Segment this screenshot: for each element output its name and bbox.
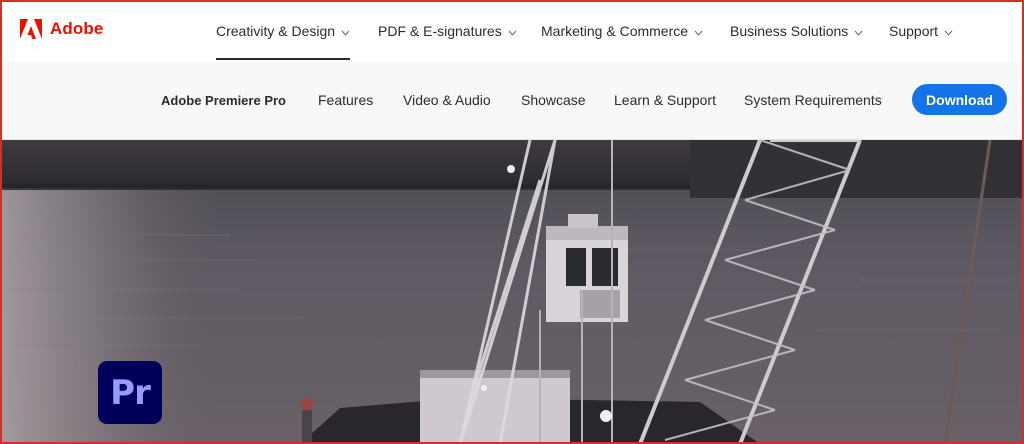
product-nav-video-audio[interactable]: Video & Audio bbox=[403, 62, 491, 138]
chevron-down-icon bbox=[508, 23, 517, 39]
nav-support[interactable]: Support bbox=[889, 0, 953, 62]
product-nav: Adobe Premiere Pro Features Video & Audi… bbox=[0, 62, 1024, 140]
nav-label: Creativity & Design bbox=[216, 23, 336, 39]
download-button[interactable]: Download bbox=[912, 84, 1007, 115]
product-nav-learn-support[interactable]: Learn & Support bbox=[614, 62, 716, 138]
nav-business-solutions[interactable]: Business Solutions bbox=[730, 0, 863, 62]
global-nav: Adobe Creativity & Design PDF & E-signat… bbox=[0, 0, 1024, 62]
nav-label: Business Solutions bbox=[730, 23, 849, 39]
chevron-down-icon bbox=[694, 23, 703, 39]
brand-name: Adobe bbox=[50, 19, 104, 38]
chevron-down-icon bbox=[341, 23, 350, 39]
nav-creativity-design[interactable]: Creativity & Design bbox=[216, 0, 351, 62]
product-nav-showcase[interactable]: Showcase bbox=[521, 62, 586, 138]
hero-section: Pr bbox=[0, 140, 1024, 444]
product-name-link[interactable]: Adobe Premiere Pro bbox=[161, 62, 286, 138]
chevron-down-icon bbox=[944, 23, 953, 39]
premiere-pro-app-icon: Pr bbox=[98, 361, 162, 424]
nav-label: Marketing & Commerce bbox=[541, 23, 689, 39]
nav-pdf-esignatures[interactable]: PDF & E-signatures bbox=[378, 0, 517, 62]
adobe-logo[interactable]: Adobe bbox=[20, 19, 103, 39]
product-nav-features[interactable]: Features bbox=[318, 62, 373, 138]
adobe-logo-icon bbox=[20, 19, 42, 39]
product-nav-system-requirements[interactable]: System Requirements bbox=[744, 62, 882, 138]
nav-label: Support bbox=[889, 23, 939, 39]
chevron-down-icon bbox=[854, 23, 863, 39]
nav-marketing-commerce[interactable]: Marketing & Commerce bbox=[541, 0, 703, 62]
nav-label: PDF & E-signatures bbox=[378, 23, 502, 39]
